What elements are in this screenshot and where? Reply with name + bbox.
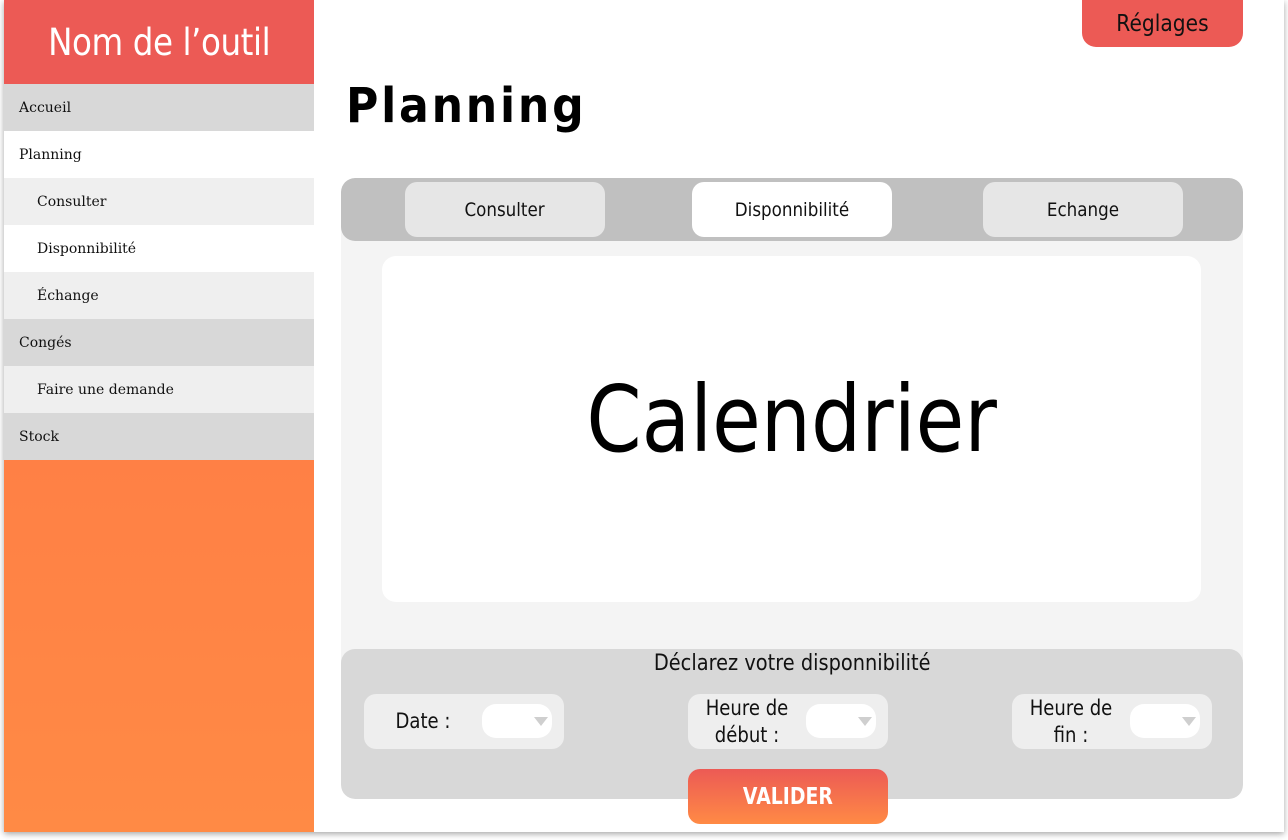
form-title-text: Déclarez votre disponnibilité — [653, 651, 931, 676]
sidebar-item-disponnibilite[interactable]: Disponnibilité — [4, 225, 314, 272]
tab-consulter[interactable]: Consulter — [405, 182, 605, 237]
sidebar-item-echange[interactable]: Échange — [4, 272, 314, 319]
sidebar-item-faire-une-demande[interactable]: Faire une demande — [4, 366, 314, 413]
end-time-field: Heure de fin : — [1012, 694, 1212, 749]
sidebar-item-planning[interactable]: Planning — [4, 131, 314, 178]
form-title: Déclarez votre disponnibilité — [341, 651, 1243, 676]
tab-echange[interactable]: Echange — [983, 182, 1183, 237]
date-label-text: Date : — [395, 709, 451, 733]
date-select[interactable] — [482, 704, 552, 738]
tab-label: Consulter — [464, 198, 546, 221]
start-time-label-text: Heure de début : — [705, 695, 789, 747]
end-time-label: Heure de fin : — [1012, 694, 1130, 749]
tab-bar: Consulter Disponnibilité Echange — [341, 178, 1243, 241]
calendar[interactable]: Calendrier — [382, 256, 1201, 602]
tab-label: Echange — [1046, 198, 1120, 221]
app-header: Nom de l’outil — [4, 0, 314, 84]
validate-button[interactable]: VALIDER — [688, 769, 888, 824]
tab-disponnibilite[interactable]: Disponnibilité — [692, 182, 892, 237]
chevron-down-icon — [1182, 717, 1196, 726]
sidebar-item-stock[interactable]: Stock — [4, 413, 314, 460]
sidebar-item-conges[interactable]: Congés — [4, 319, 314, 366]
planning-panel: Consulter Disponnibilité Echange Calendr… — [341, 178, 1243, 799]
page-title: Planning — [346, 78, 587, 134]
chevron-down-icon — [858, 717, 872, 726]
sidebar-item-accueil[interactable]: Accueil — [4, 84, 314, 131]
end-time-label-text: Heure de fin : — [1029, 695, 1113, 747]
date-field: Date : — [364, 694, 564, 749]
date-label: Date : — [364, 694, 482, 749]
validate-button-label: VALIDER — [742, 783, 834, 810]
start-time-label: Heure de début : — [688, 694, 806, 749]
sidebar-item-consulter[interactable]: Consulter — [4, 178, 314, 225]
settings-button-label: Réglages — [1116, 10, 1209, 37]
sidebar: Nom de l’outil Accueil Planning Consulte… — [4, 0, 314, 832]
calendar-placeholder-label: Calendrier — [586, 365, 997, 473]
start-time-select[interactable] — [806, 704, 876, 738]
app-title: Nom de l’outil — [47, 20, 271, 64]
settings-button[interactable]: Réglages — [1082, 0, 1243, 47]
sidebar-nav: Accueil Planning Consulter Disponnibilit… — [4, 84, 314, 460]
start-time-field: Heure de début : — [688, 694, 888, 749]
chevron-down-icon — [534, 717, 548, 726]
end-time-select[interactable] — [1130, 704, 1200, 738]
tab-label: Disponnibilité — [734, 198, 850, 221]
